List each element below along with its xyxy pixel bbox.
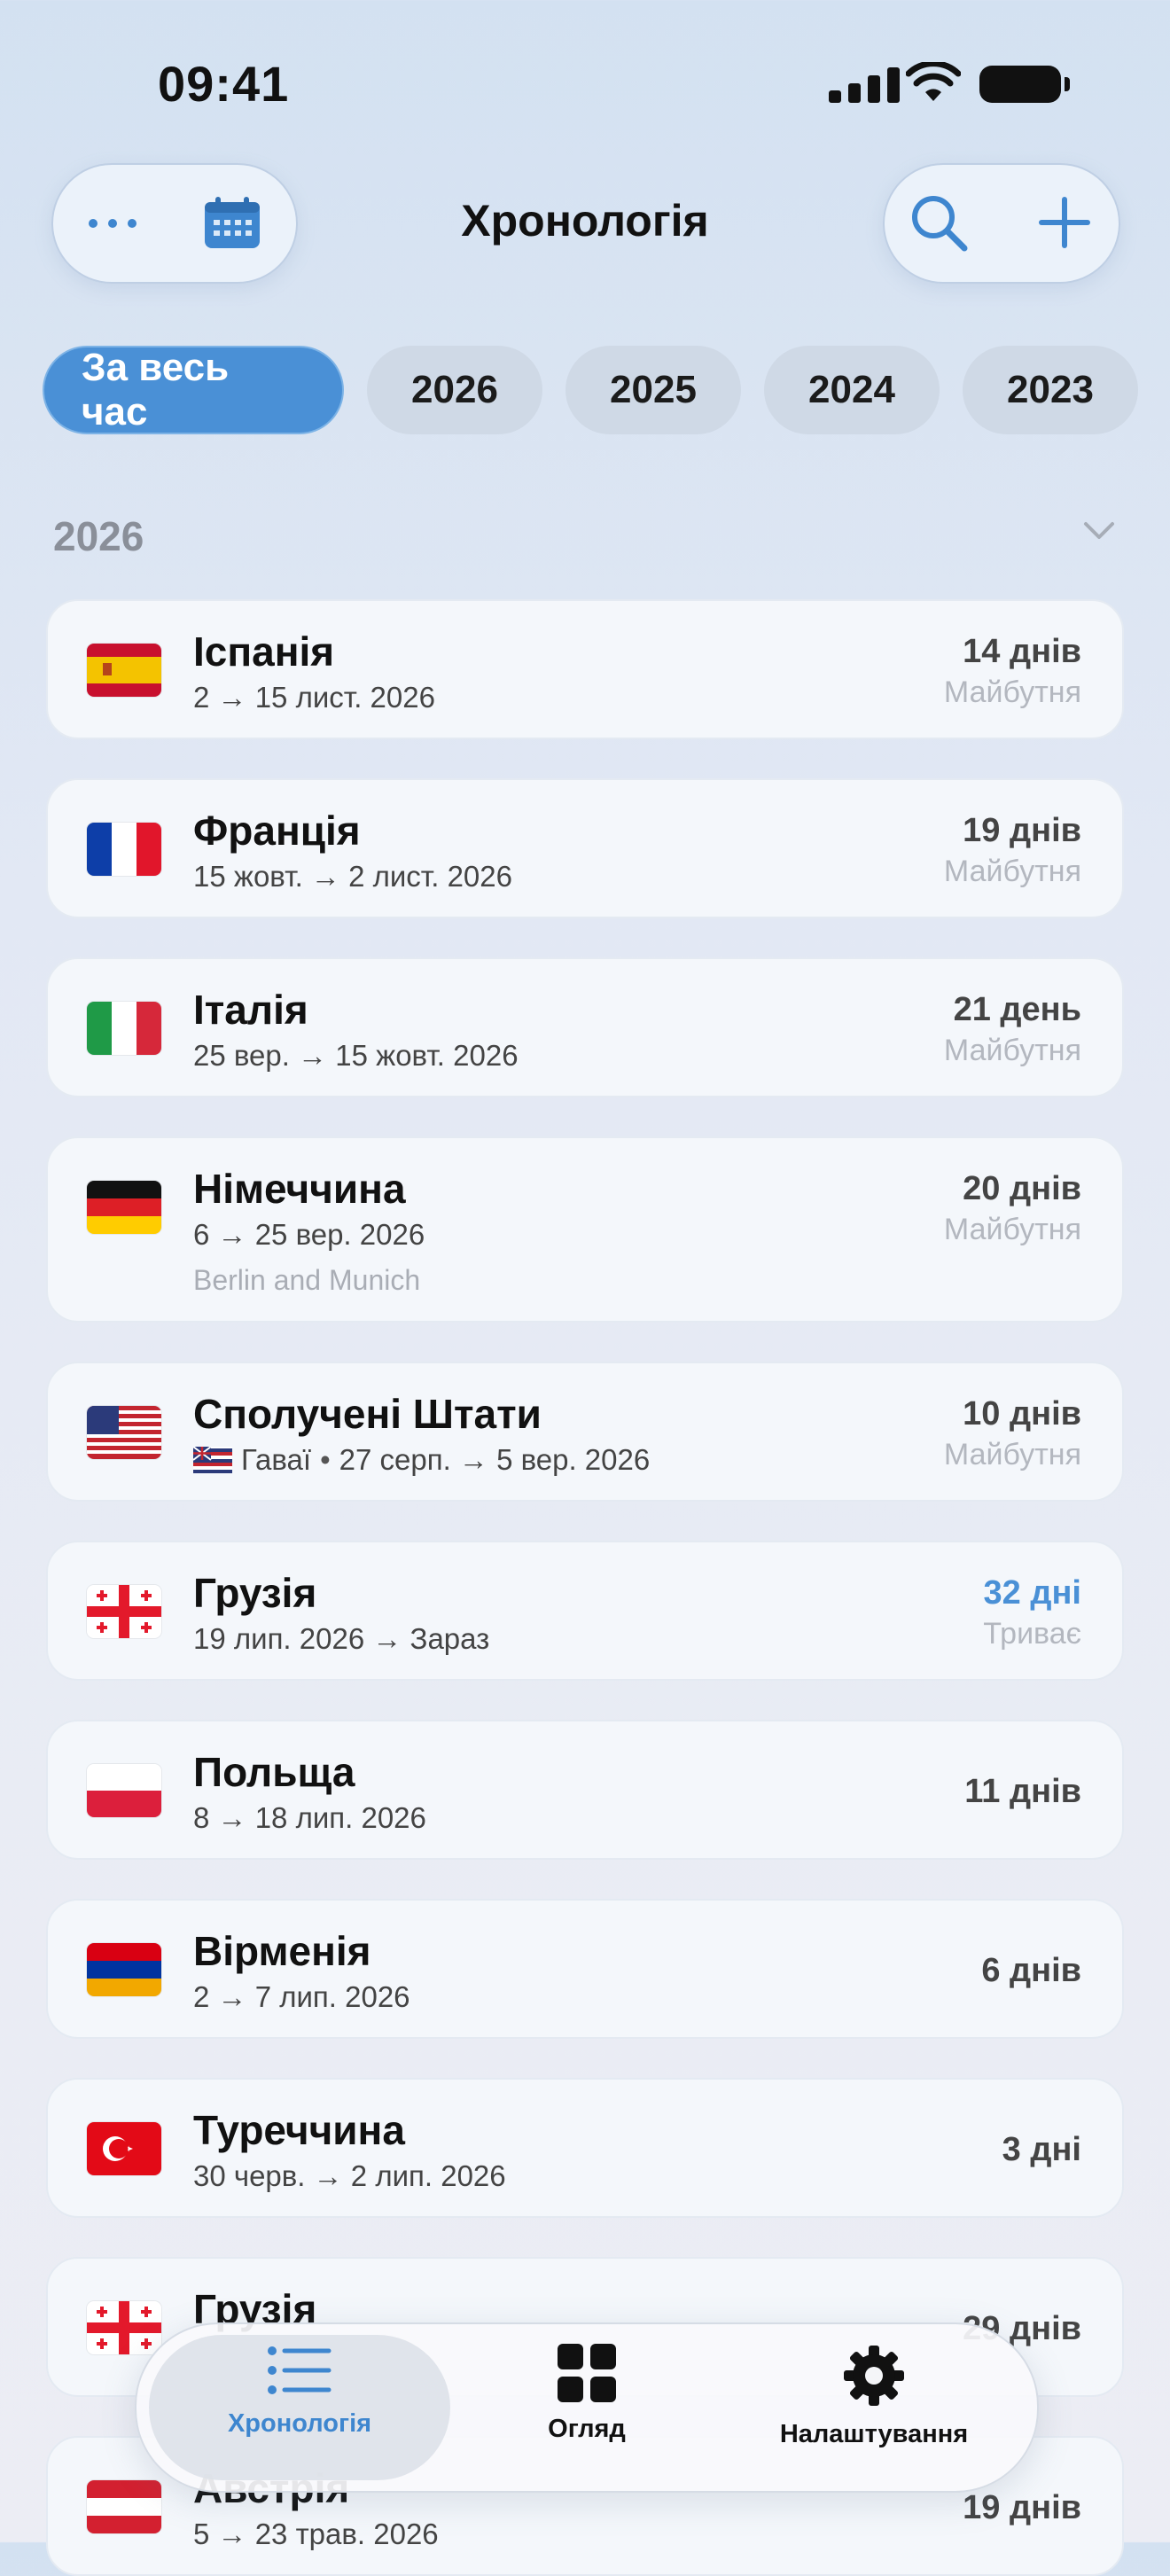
tab-overview[interactable]: Огляд <box>445 2344 729 2477</box>
trip-card[interactable]: Іспанія 2 → 15 лист. 2026 14 днів Майбут… <box>46 599 1124 739</box>
trip-country: Сполучені Штати <box>193 1391 542 1437</box>
trip-dates: 6 → 25 вер. 2026 <box>193 1218 425 1252</box>
trip-country: Грузія <box>193 1570 317 1616</box>
trip-dates: 5 → 23 трав. 2026 <box>193 2517 439 2551</box>
filter-chip-2025[interactable]: 2025 <box>566 346 741 434</box>
trip-country: Італія <box>193 987 308 1033</box>
tab-label: Налаштування <box>779 2420 969 2448</box>
trip-duration: 19 днів <box>963 2489 1081 2526</box>
turkey-flag-icon <box>87 2122 161 2175</box>
usa-flag-icon <box>87 1406 161 1459</box>
trip-duration: 32 дні <box>983 1574 1081 1612</box>
tab-settings[interactable]: Налаштування <box>732 2344 1016 2477</box>
trip-duration: 3 дні <box>1002 2131 1081 2168</box>
trip-dates-text: 19 лип. 2026 → Зараз <box>193 1622 490 1655</box>
trip-country: Франція <box>193 808 361 854</box>
battery-icon <box>979 66 1070 103</box>
armenia-flag-icon <box>87 1943 161 1996</box>
trip-dates: 8 → 18 лип. 2026 <box>193 1801 426 1835</box>
trip-dates-text: 2 → 15 лист. 2026 <box>193 681 435 714</box>
hawaii-flag-icon <box>193 1447 232 1473</box>
trip-country: Туреччина <box>193 2107 405 2153</box>
trip-card[interactable]: Італія 25 вер. → 15 жовт. 2026 21 день М… <box>46 957 1124 1097</box>
trip-note: Berlin and Munich <box>193 1264 421 1296</box>
search-icon <box>912 196 968 252</box>
trip-country: Вірменія <box>193 1928 371 1974</box>
trip-dates-text: 2 → 7 лип. 2026 <box>193 1980 410 2013</box>
status-bar: 09:41 <box>0 0 1170 168</box>
trip-dates-text: 30 черв. → 2 лип. 2026 <box>193 2159 506 2192</box>
trip-dates-text: 6 → 25 вер. 2026 <box>193 1218 425 1251</box>
trip-dates: 15 жовт. → 2 лист. 2026 <box>193 860 512 894</box>
trip-region: Гаваї <box>241 1443 312 1476</box>
trip-status: Майбутня <box>943 1438 1081 1471</box>
filter-chip-2026[interactable]: 2026 <box>367 346 542 434</box>
trip-card[interactable]: Туреччина 30 черв. → 2 лип. 2026 3 дні <box>46 2078 1124 2218</box>
trip-duration: 21 день <box>953 991 1081 1028</box>
trip-dates: Гаваї • 27 серп. → 5 вер. 2026 <box>193 1443 650 1477</box>
plus-icon <box>1039 197 1090 248</box>
wifi-icon <box>906 62 961 101</box>
tab-bar: Хронологія Огляд Налаштування <box>135 2322 1039 2493</box>
poland-flag-icon <box>87 1764 161 1817</box>
trip-card[interactable]: Польща 8 → 18 лип. 2026 11 днів <box>46 1720 1124 1860</box>
trip-card[interactable]: Німеччина 6 → 25 вер. 2026 Berlin and Mu… <box>46 1136 1124 1323</box>
trip-status: Майбутня <box>943 675 1081 709</box>
filter-chip-all-time[interactable]: За весь час <box>43 346 344 434</box>
trip-status: Майбутня <box>943 1213 1081 1246</box>
section-year-header: 2026 <box>53 513 144 559</box>
filter-chip-2024[interactable]: 2024 <box>764 346 940 434</box>
trip-dates: 30 черв. → 2 лип. 2026 <box>193 2159 506 2193</box>
trip-dates: 25 вер. → 15 жовт. 2026 <box>193 1039 519 1073</box>
georgia-flag-icon <box>87 2301 161 2354</box>
year-filter-bar: За весь час 2026 2025 2024 2023 <box>43 346 1138 434</box>
trip-status: Майбутня <box>943 855 1081 888</box>
trip-card[interactable]: Франція 15 жовт. → 2 лист. 2026 19 днів … <box>46 778 1124 918</box>
trip-dates-text: 15 жовт. → 2 лист. 2026 <box>193 860 512 893</box>
gear-icon <box>844 2346 904 2406</box>
trip-duration: 10 днів <box>963 1395 1081 1432</box>
trip-duration: 14 днів <box>963 633 1081 670</box>
trip-dates: 2 → 7 лип. 2026 <box>193 1980 410 2014</box>
separator-dot-icon: • <box>320 1443 331 1476</box>
austria-flag-icon <box>87 2480 161 2533</box>
search-button[interactable] <box>899 183 979 262</box>
trip-dates-text: 25 вер. → 15 жовт. 2026 <box>193 1039 519 1072</box>
italy-flag-icon <box>87 1002 161 1055</box>
list-icon <box>268 2346 332 2394</box>
grid-icon <box>558 2344 616 2402</box>
trip-card[interactable]: Грузія 19 лип. 2026 → Зараз 32 дні Трива… <box>46 1541 1124 1681</box>
trip-duration: 20 днів <box>963 1170 1081 1207</box>
trip-duration: 19 днів <box>963 812 1081 849</box>
tab-label: Огляд <box>548 2415 626 2443</box>
tab-timeline[interactable]: Хронологія <box>158 2344 441 2477</box>
chevron-down-icon[interactable] <box>1083 521 1115 541</box>
trip-status: Майбутня <box>943 1034 1081 1067</box>
germany-flag-icon <box>87 1181 161 1234</box>
trip-country: Польща <box>193 1749 355 1795</box>
trip-duration: 11 днів <box>964 1773 1081 1810</box>
trip-card[interactable]: Вірменія 2 → 7 лип. 2026 6 днів <box>46 1899 1124 2039</box>
add-trip-button[interactable] <box>1025 183 1104 262</box>
trip-duration: 6 днів <box>981 1952 1081 1989</box>
spain-flag-icon <box>87 644 161 697</box>
france-flag-icon <box>87 823 161 876</box>
cellular-signal-icon <box>829 67 900 103</box>
trip-country: Іспанія <box>193 628 335 675</box>
trip-status: Триває <box>983 1617 1081 1651</box>
trip-dates-text: 5 → 23 трав. 2026 <box>193 2517 439 2550</box>
trip-dates-text: 8 → 18 лип. 2026 <box>193 1801 426 1834</box>
tab-label: Хронологія <box>227 2409 372 2438</box>
trip-country: Німеччина <box>193 1166 406 1212</box>
georgia-flag-icon <box>87 1585 161 1638</box>
filter-chip-2023[interactable]: 2023 <box>963 346 1138 434</box>
trip-dates-text: 27 серп. → 5 вер. 2026 <box>339 1443 651 1476</box>
trip-dates: 19 лип. 2026 → Зараз <box>193 1622 489 1656</box>
status-time: 09:41 <box>158 56 290 112</box>
trip-card[interactable]: Сполучені Штати Гаваї • 27 серп. → 5 вер… <box>46 1362 1124 1502</box>
trip-dates: 2 → 15 лист. 2026 <box>193 681 435 714</box>
header-right-actions <box>883 163 1120 284</box>
